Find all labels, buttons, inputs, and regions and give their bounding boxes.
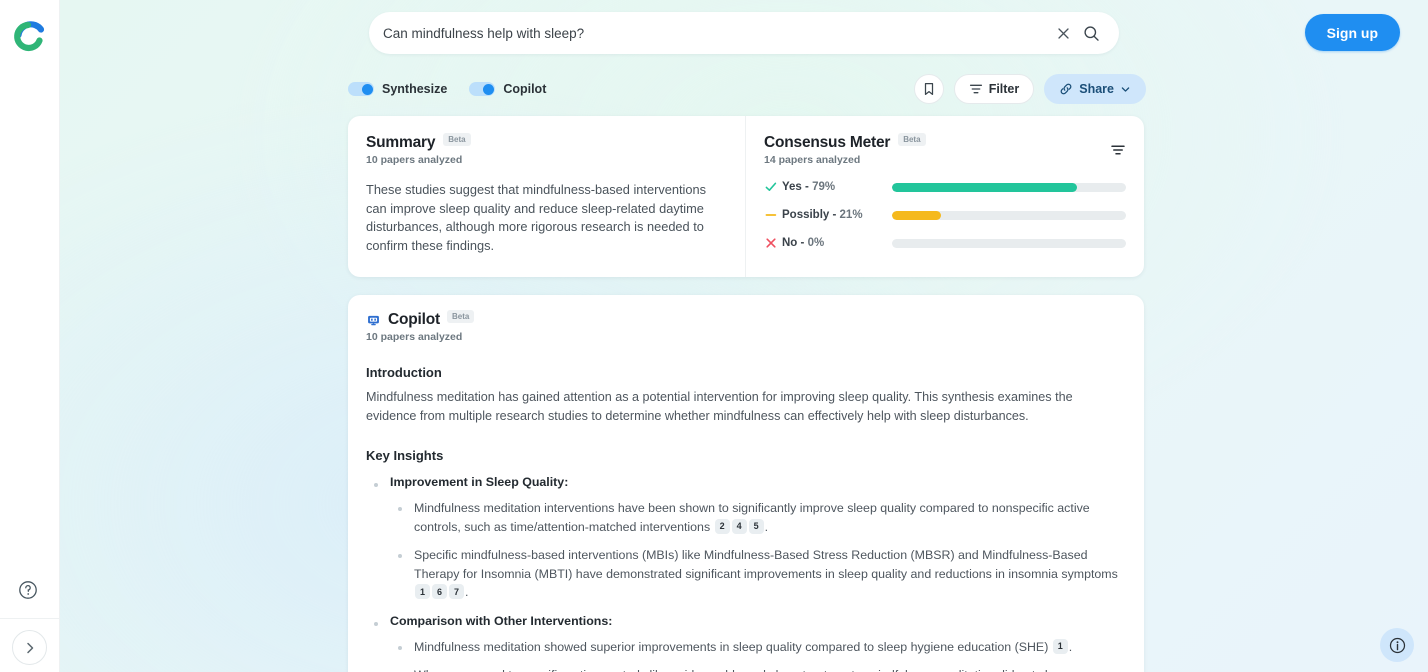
consensus-row-track <box>892 211 1126 220</box>
info-button[interactable] <box>1380 628 1414 662</box>
help-circle-icon[interactable] <box>18 580 38 600</box>
insight-item: Mindfulness meditation showed superior i… <box>390 638 1124 657</box>
chevron-down-icon <box>1120 84 1131 95</box>
insight-item-tail: . <box>1069 640 1072 654</box>
x-icon <box>764 236 782 250</box>
filter-icon <box>1110 142 1126 158</box>
citation-chip[interactable]: 5 <box>749 519 764 534</box>
insight-item: Mindfulness meditation interventions hav… <box>390 499 1124 536</box>
insight-group: Improvement in Sleep Quality: Mindfulness… <box>366 475 1124 602</box>
info-icon <box>1389 637 1406 654</box>
consensus-row-possibly[interactable]: Possibly - 21% <box>764 208 1126 222</box>
left-rail <box>0 0 60 672</box>
key-insights-heading: Key Insights <box>366 448 1124 463</box>
signup-button[interactable]: Sign up <box>1305 14 1400 51</box>
consensus-filter-button[interactable] <box>1110 142 1126 163</box>
consensus-title: Consensus Meter <box>764 134 890 152</box>
toggle-synthesize-switch[interactable] <box>348 82 374 96</box>
citation-chip[interactable]: 6 <box>432 584 447 599</box>
copilot-beta-badge: Beta <box>447 310 474 323</box>
insight-group-title: Improvement in Sleep Quality: <box>390 475 1124 489</box>
rail-divider <box>0 618 60 619</box>
insight-item-tail: . <box>765 520 768 534</box>
bookmark-button[interactable] <box>914 74 944 104</box>
link-icon <box>1059 82 1073 96</box>
consensus-row-track <box>892 183 1126 192</box>
summary-panel: Summary Beta 10 papers analyzed These st… <box>348 116 745 277</box>
close-icon <box>1056 26 1071 41</box>
citation-chip[interactable]: 2 <box>715 519 730 534</box>
copilot-subtitle: 10 papers analyzed <box>366 331 1124 343</box>
expand-sidebar-button[interactable] <box>12 630 47 665</box>
key-insights-list: Improvement in Sleep Quality: Mindfulness… <box>366 475 1124 672</box>
consensus-row-label: No - 0% <box>782 237 892 249</box>
toggle-copilot-switch[interactable] <box>469 82 495 96</box>
toggle-copilot-label: Copilot <box>503 82 546 96</box>
search-bar[interactable] <box>369 12 1119 54</box>
copilot-header: Copilot Beta <box>366 311 1124 329</box>
summary-header: Summary Beta <box>366 134 723 152</box>
copilot-card: Copilot Beta 10 papers analyzed Introduc… <box>348 295 1144 672</box>
controls-right-group: Filter Share <box>914 74 1146 104</box>
toggle-synthesize[interactable]: Synthesize <box>348 82 447 96</box>
citation-chip[interactable]: 7 <box>449 584 464 599</box>
search-icon <box>1083 25 1100 42</box>
clear-search-button[interactable] <box>1049 19 1077 47</box>
citation-chip[interactable]: 1 <box>1053 639 1068 654</box>
insight-group-title: Comparison with Other Interventions: <box>390 614 1124 628</box>
dash-icon <box>764 208 782 222</box>
bookmark-icon <box>922 82 936 96</box>
share-button[interactable]: Share <box>1044 74 1146 104</box>
robot-icon <box>366 313 381 328</box>
summary-beta-badge: Beta <box>443 133 470 146</box>
insight-group: Comparison with Other Interventions: Mind… <box>366 614 1124 672</box>
consensus-subtitle: 14 papers analyzed <box>764 154 1126 166</box>
filter-button-label: Filter <box>989 82 1020 96</box>
summary-consensus-card: Summary Beta 10 papers analyzed These st… <box>348 116 1144 277</box>
share-button-label: Share <box>1079 82 1114 96</box>
chevron-right-icon <box>23 641 37 655</box>
search-input[interactable] <box>383 26 1049 41</box>
citation-chip[interactable]: 1 <box>415 584 430 599</box>
filter-button[interactable]: Filter <box>954 74 1035 104</box>
consensus-panel: Consensus Meter Beta 14 papers analyzed … <box>746 116 1144 277</box>
consensus-row-no[interactable]: No - 0% <box>764 236 1126 250</box>
introduction-heading: Introduction <box>366 365 1124 380</box>
consensus-row-yes[interactable]: Yes - 79% <box>764 180 1126 194</box>
summary-body-text: These studies suggest that mindfulness-b… <box>366 181 723 255</box>
consensus-beta-badge: Beta <box>898 133 925 146</box>
consensus-row-track <box>892 239 1126 248</box>
consensus-row-fill <box>892 183 1077 192</box>
copilot-title: Copilot <box>388 311 440 329</box>
insight-item-text: Mindfulness meditation showed superior i… <box>414 640 1052 654</box>
consensus-header: Consensus Meter Beta <box>764 134 1126 152</box>
check-icon <box>764 180 782 194</box>
insight-item: When compared to specific active control… <box>390 666 1124 672</box>
toggle-synthesize-label: Synthesize <box>382 82 447 96</box>
summary-subtitle: 10 papers analyzed <box>366 154 723 166</box>
insight-item-text: Specific mindfulness-based interventions… <box>414 548 1118 581</box>
insight-item: Specific mindfulness-based interventions… <box>390 546 1124 602</box>
consensus-row-label: Possibly - 21% <box>782 209 892 221</box>
toggle-copilot[interactable]: Copilot <box>469 82 546 96</box>
insight-item-text: When compared to specific active control… <box>414 668 1068 672</box>
consensus-row-label: Yes - 79% <box>782 181 892 193</box>
introduction-body: Mindfulness meditation has gained attent… <box>366 388 1124 426</box>
consensus-meter-rows: Yes - 79% Possibly - 21% No - 0% <box>764 180 1126 250</box>
consensus-c-logo[interactable] <box>12 18 48 52</box>
filter-icon <box>969 82 983 96</box>
summary-title: Summary <box>366 134 435 152</box>
controls-row: Synthesize Copilot Filter Share <box>348 74 1146 104</box>
citation-chip[interactable]: 4 <box>732 519 747 534</box>
consensus-row-fill <box>892 211 941 220</box>
insight-item-tail: . <box>465 585 468 599</box>
submit-search-button[interactable] <box>1077 19 1105 47</box>
